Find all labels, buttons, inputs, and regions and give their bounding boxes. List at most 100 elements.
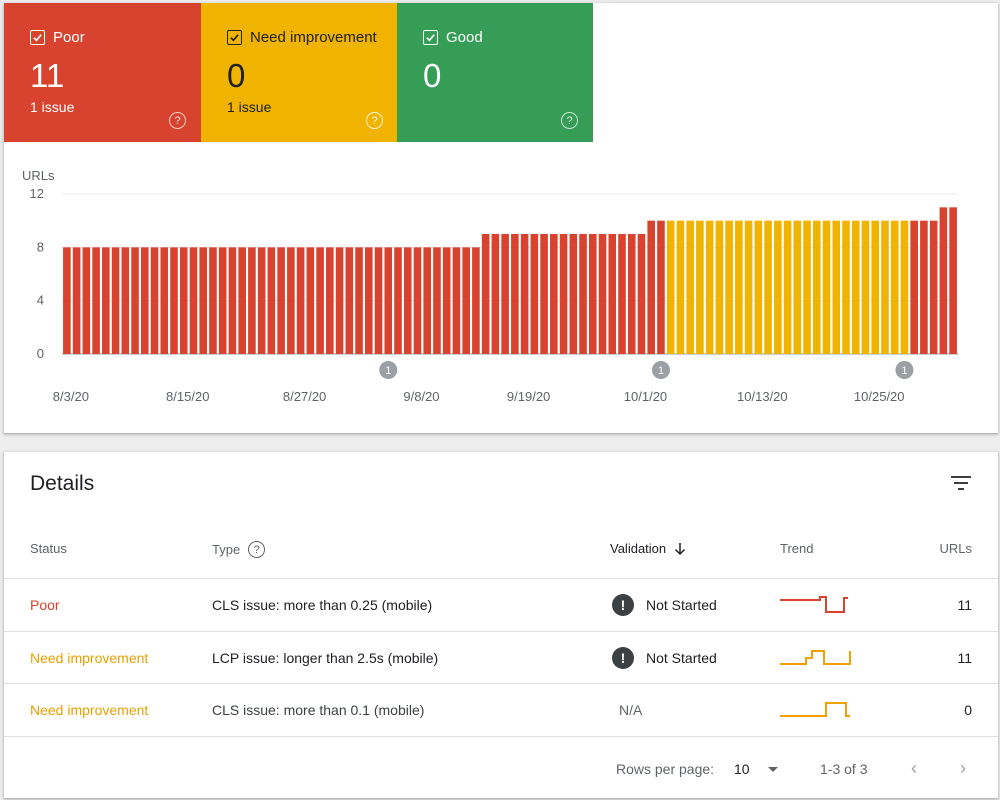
bar [608, 234, 617, 354]
annotation-label: 1 [658, 365, 664, 377]
bar [530, 234, 539, 354]
column-header-trend[interactable]: Trend [780, 541, 813, 556]
bar [345, 247, 354, 354]
y-tick-label: 12 [30, 186, 44, 201]
row-status: Need improvement [30, 702, 149, 718]
help-icon[interactable]: ? [561, 112, 578, 129]
pagination-range: 1-3 of 3 [820, 761, 868, 777]
next-page-icon[interactable]: › [951, 756, 975, 780]
bar [189, 247, 198, 354]
bar [657, 220, 665, 354]
bar [131, 247, 139, 354]
details-title: Details [30, 472, 95, 495]
previous-page-icon[interactable]: ‹ [902, 756, 926, 780]
bar [102, 247, 110, 354]
rows-per-page-value: 10 [734, 761, 750, 777]
bar [403, 247, 412, 354]
good-tile[interactable]: Good 0 ? [397, 3, 593, 142]
column-header-type[interactable]: Type ? [212, 541, 266, 558]
rows-per-page-label: Rows per page: [616, 761, 715, 777]
bar [881, 220, 889, 354]
column-header-status[interactable]: Status [30, 541, 67, 556]
x-tick-label: 9/19/20 [507, 389, 550, 404]
bar [501, 234, 509, 354]
row-urls: 11 [957, 650, 972, 666]
bar [910, 220, 918, 354]
column-header-urls[interactable]: URLs [939, 541, 972, 556]
row-type: LCP issue: longer than 2.5s (mobile) [212, 650, 439, 666]
bar [481, 234, 490, 354]
help-icon[interactable]: ? [169, 112, 186, 129]
poor-tile[interactable]: Poor 11 1 issue ? [4, 3, 201, 142]
poor-checkbox[interactable] [30, 30, 45, 45]
good-count: 0 [423, 57, 442, 94]
table-row[interactable]: Poor CLS issue: more than 0.25 (mobile) … [4, 578, 998, 630]
bar [423, 247, 432, 354]
bar [803, 220, 811, 354]
arrow-down-icon [675, 542, 686, 555]
row-type: CLS issue: more than 0.1 (mobile) [212, 702, 425, 718]
bar [72, 247, 81, 354]
y-tick-label: 4 [37, 293, 44, 308]
table-row[interactable]: Need improvement CLS issue: more than 0.… [4, 683, 998, 735]
table-row[interactable]: Need improvement LCP issue: longer than … [4, 631, 998, 683]
bar [520, 234, 529, 354]
exclamation-icon: ! [612, 647, 634, 669]
good-checkbox[interactable] [423, 30, 438, 45]
bar [472, 247, 480, 354]
exclamation-icon: ! [612, 594, 634, 616]
x-tick-label: 8/27/20 [283, 389, 326, 404]
row-urls: 0 [964, 702, 972, 718]
x-tick-label: 8/15/20 [166, 389, 209, 404]
y-tick-label: 0 [37, 346, 44, 361]
bar [861, 220, 870, 354]
need-improvement-checkbox[interactable] [227, 30, 242, 45]
help-icon[interactable]: ? [366, 112, 383, 129]
row-validation-label: Not Started [646, 650, 717, 666]
bar [618, 234, 626, 354]
bar [442, 247, 451, 354]
bar [939, 207, 948, 354]
bar [832, 220, 841, 354]
bar [287, 247, 295, 354]
good-tile-header: Good [423, 29, 483, 46]
bar [209, 247, 217, 354]
bar [920, 220, 928, 354]
help-icon[interactable]: ? [248, 541, 266, 558]
bar [569, 234, 578, 354]
bar [394, 247, 402, 354]
bar [179, 247, 188, 354]
poor-issues: 1 issue [30, 99, 75, 115]
column-header-type-label: Type [212, 542, 241, 557]
bar [267, 247, 276, 354]
annotation-label: 1 [901, 365, 907, 377]
bar [170, 247, 178, 354]
bar [150, 247, 159, 354]
x-tick-label: 10/13/20 [737, 389, 788, 404]
bar [647, 220, 656, 354]
bar [277, 247, 285, 354]
filter-icon[interactable] [950, 474, 972, 492]
bar [199, 247, 208, 354]
poor-label: Poor [53, 29, 85, 46]
bar [735, 220, 743, 354]
bar [588, 234, 597, 354]
row-validation-label: Not Started [646, 597, 717, 613]
bar [686, 220, 694, 354]
need-improvement-tile[interactable]: Need improvement 0 1 issue ? [201, 3, 398, 142]
rows-per-page-select[interactable]: 10 [734, 761, 778, 777]
bar [550, 234, 558, 354]
bar [754, 220, 763, 354]
row-validation: N/A [619, 702, 643, 718]
bar [559, 234, 568, 354]
column-header-validation[interactable]: Validation [610, 541, 686, 556]
trend-sparkline [780, 702, 850, 717]
bar [491, 234, 500, 354]
x-tick-label: 9/8/20 [403, 389, 439, 404]
urls-bar-chart: URLs 0 4 8 12 8/3/20 8/15/20 8/27/20 9/8/20 9/19/… [22, 168, 958, 404]
bar [900, 220, 909, 354]
bar [355, 247, 363, 354]
bar [384, 247, 393, 354]
bar [890, 220, 899, 354]
bar [822, 220, 831, 354]
